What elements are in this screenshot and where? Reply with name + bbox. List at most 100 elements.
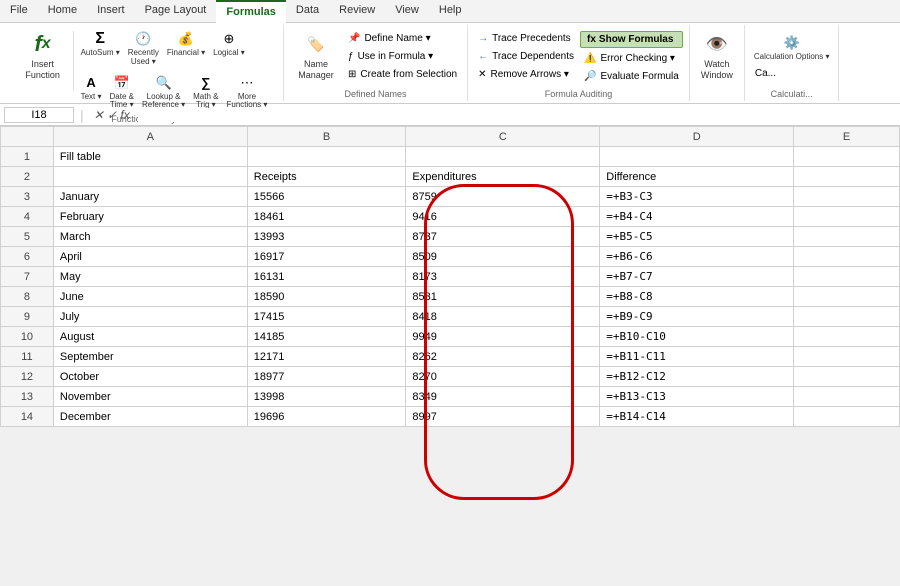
cell-c-row-13[interactable]: 8349 bbox=[406, 387, 600, 407]
cell-c-row-2[interactable]: Expenditures bbox=[406, 167, 600, 187]
tab-view[interactable]: View bbox=[385, 0, 429, 22]
cell-c-row-6[interactable]: 8509 bbox=[406, 247, 600, 267]
col-header-d[interactable]: D bbox=[600, 127, 794, 147]
autosum-btn[interactable]: Σ AutoSum ▾ bbox=[78, 27, 123, 69]
cell-e-row-14[interactable] bbox=[794, 407, 900, 427]
cell-e-row-10[interactable] bbox=[794, 327, 900, 347]
more-functions-btn[interactable]: ⋯ MoreFunctions ▾ bbox=[223, 71, 270, 113]
tab-review[interactable]: Review bbox=[329, 0, 385, 22]
cell-e-row-9[interactable] bbox=[794, 307, 900, 327]
cell-d-row-10[interactable]: =+B10-C10 bbox=[600, 327, 794, 347]
cell-e-row-8[interactable] bbox=[794, 287, 900, 307]
col-header-a[interactable]: A bbox=[53, 127, 247, 147]
tab-insert[interactable]: Insert bbox=[87, 0, 135, 22]
financial-btn[interactable]: 💰 Financial ▾ bbox=[164, 27, 208, 69]
cell-e-row-1[interactable] bbox=[794, 147, 900, 167]
calc-now-btn[interactable]: Ca... bbox=[751, 66, 780, 81]
cell-e-row-11[interactable] bbox=[794, 347, 900, 367]
cell-b-row-4[interactable]: 18461 bbox=[247, 207, 406, 227]
cell-e-row-6[interactable] bbox=[794, 247, 900, 267]
cell-c-row-4[interactable]: 9416 bbox=[406, 207, 600, 227]
cell-b-row-14[interactable]: 19696 bbox=[247, 407, 406, 427]
evaluate-formula-btn[interactable]: 🔎 Evaluate Formula bbox=[580, 69, 683, 84]
cell-c-row-7[interactable]: 8173 bbox=[406, 267, 600, 287]
cell-a-row-1[interactable]: Fill table bbox=[53, 147, 247, 167]
tab-help[interactable]: Help bbox=[429, 0, 472, 22]
cell-a-row-14[interactable]: December bbox=[53, 407, 247, 427]
cell-e-row-12[interactable] bbox=[794, 367, 900, 387]
col-header-e[interactable]: E bbox=[794, 127, 900, 147]
cell-d-row-13[interactable]: =+B13-C13 bbox=[600, 387, 794, 407]
recently-used-btn[interactable]: 🕐 RecentlyUsed ▾ bbox=[125, 27, 162, 69]
lookup-ref-btn[interactable]: 🔍 Lookup &Reference ▾ bbox=[139, 71, 188, 113]
cell-c-row-11[interactable]: 8262 bbox=[406, 347, 600, 367]
cell-a-row-2[interactable] bbox=[53, 167, 247, 187]
insert-function-btn[interactable]: fx InsertFunction bbox=[17, 27, 69, 84]
tab-formulas[interactable]: Formulas bbox=[216, 0, 286, 23]
cell-a-row-10[interactable]: August bbox=[53, 327, 247, 347]
cell-c-row-9[interactable]: 8418 bbox=[406, 307, 600, 327]
cell-d-row-14[interactable]: =+B14-C14 bbox=[600, 407, 794, 427]
cell-a-row-12[interactable]: October bbox=[53, 367, 247, 387]
cell-e-row-3[interactable] bbox=[794, 187, 900, 207]
cell-c-row-12[interactable]: 8270 bbox=[406, 367, 600, 387]
cell-d-row-2[interactable]: Difference bbox=[600, 167, 794, 187]
show-formulas-btn[interactable]: fx Show Formulas bbox=[580, 31, 683, 48]
cell-c-row-1[interactable] bbox=[406, 147, 600, 167]
math-trig-btn[interactable]: ∑ Math &Trig ▾ bbox=[190, 71, 221, 113]
cell-e-row-2[interactable] bbox=[794, 167, 900, 187]
calculation-options-btn[interactable]: ⚙️ Calculation Options ▾ bbox=[751, 31, 833, 64]
cell-b-row-2[interactable]: Receipts bbox=[247, 167, 406, 187]
tab-data[interactable]: Data bbox=[286, 0, 329, 22]
cell-d-row-3[interactable]: =+B3-C3 bbox=[600, 187, 794, 207]
cell-c-row-8[interactable]: 8531 bbox=[406, 287, 600, 307]
cell-c-row-10[interactable]: 9949 bbox=[406, 327, 600, 347]
trace-precedents-btn[interactable]: → Trace Precedents bbox=[474, 31, 578, 46]
cell-a-row-13[interactable]: November bbox=[53, 387, 247, 407]
cell-b-row-3[interactable]: 15566 bbox=[247, 187, 406, 207]
cell-a-row-4[interactable]: February bbox=[53, 207, 247, 227]
cell-b-row-11[interactable]: 12171 bbox=[247, 347, 406, 367]
cell-b-row-10[interactable]: 14185 bbox=[247, 327, 406, 347]
name-manager-btn[interactable]: 🏷️ NameManager bbox=[290, 27, 342, 84]
cell-b-row-1[interactable] bbox=[247, 147, 406, 167]
cell-b-row-13[interactable]: 13998 bbox=[247, 387, 406, 407]
create-from-selection-btn[interactable]: ⊞ Create from Selection bbox=[344, 67, 461, 82]
cell-d-row-8[interactable]: =+B8-C8 bbox=[600, 287, 794, 307]
cell-a-row-11[interactable]: September bbox=[53, 347, 247, 367]
tab-home[interactable]: Home bbox=[38, 0, 87, 22]
cell-b-row-6[interactable]: 16917 bbox=[247, 247, 406, 267]
cell-b-row-5[interactable]: 13993 bbox=[247, 227, 406, 247]
cell-e-row-5[interactable] bbox=[794, 227, 900, 247]
cell-d-row-6[interactable]: =+B6-C6 bbox=[600, 247, 794, 267]
cell-d-row-9[interactable]: =+B9-C9 bbox=[600, 307, 794, 327]
remove-arrows-btn[interactable]: ✕ Remove Arrows ▾ bbox=[474, 67, 578, 82]
cell-a-row-7[interactable]: May bbox=[53, 267, 247, 287]
formula-input[interactable] bbox=[138, 108, 896, 122]
use-in-formula-btn[interactable]: ƒ Use in Formula ▾ bbox=[344, 49, 461, 64]
cell-d-row-11[interactable]: =+B11-C11 bbox=[600, 347, 794, 367]
col-header-c[interactable]: C bbox=[406, 127, 600, 147]
cell-d-row-4[interactable]: =+B4-C4 bbox=[600, 207, 794, 227]
cell-b-row-12[interactable]: 18977 bbox=[247, 367, 406, 387]
cell-e-row-13[interactable] bbox=[794, 387, 900, 407]
cell-d-row-7[interactable]: =+B7-C7 bbox=[600, 267, 794, 287]
cell-d-row-12[interactable]: =+B12-C12 bbox=[600, 367, 794, 387]
name-box[interactable] bbox=[4, 107, 74, 123]
cell-c-row-14[interactable]: 8997 bbox=[406, 407, 600, 427]
cell-e-row-7[interactable] bbox=[794, 267, 900, 287]
cell-a-row-9[interactable]: July bbox=[53, 307, 247, 327]
cell-e-row-4[interactable] bbox=[794, 207, 900, 227]
watch-window-btn[interactable]: 👁️ WatchWindow bbox=[696, 27, 738, 84]
trace-dependents-btn[interactable]: ← Trace Dependents bbox=[474, 49, 578, 64]
tab-page-layout[interactable]: Page Layout bbox=[135, 0, 217, 22]
col-header-b[interactable]: B bbox=[247, 127, 406, 147]
date-time-btn[interactable]: 📅 Date &Time ▾ bbox=[107, 71, 137, 113]
cell-c-row-3[interactable]: 8759 bbox=[406, 187, 600, 207]
cell-d-row-1[interactable] bbox=[600, 147, 794, 167]
cell-a-row-3[interactable]: January bbox=[53, 187, 247, 207]
cell-a-row-8[interactable]: June bbox=[53, 287, 247, 307]
error-checking-btn[interactable]: ⚠️ Error Checking ▾ bbox=[580, 51, 683, 66]
cell-a-row-6[interactable]: April bbox=[53, 247, 247, 267]
logical-btn[interactable]: ⊕ Logical ▾ bbox=[210, 27, 248, 69]
